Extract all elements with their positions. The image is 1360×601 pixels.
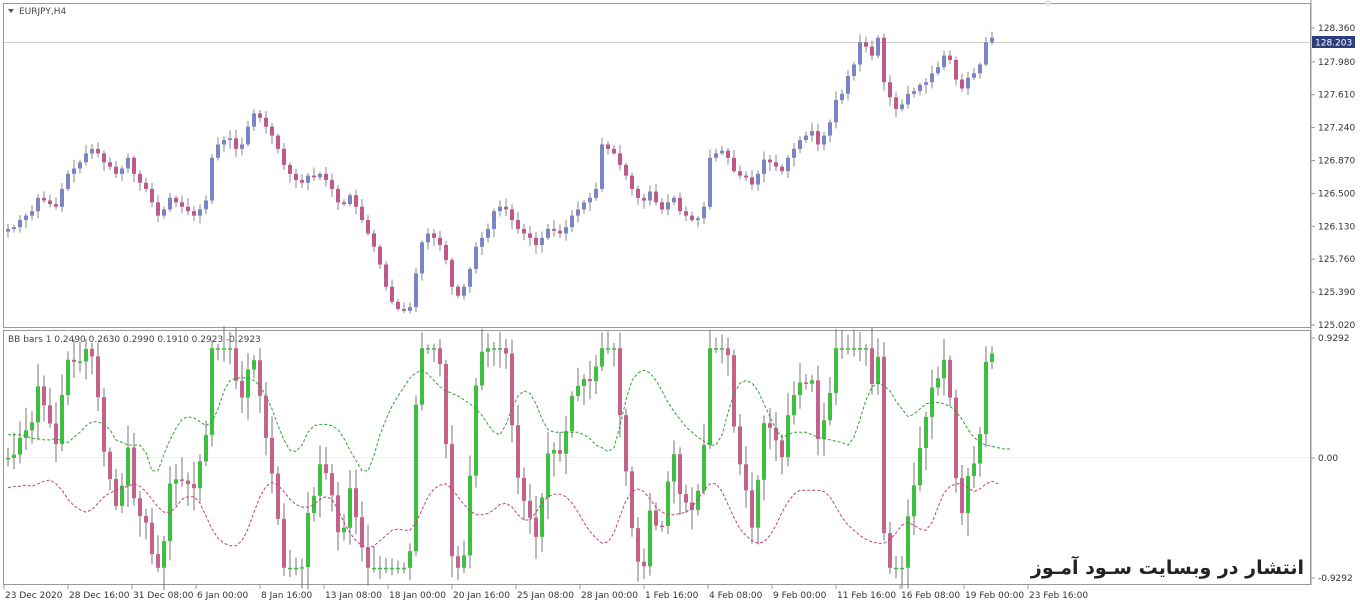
indicator-tick-label: 0.00 xyxy=(1318,454,1338,464)
candle xyxy=(414,268,418,312)
current-price-tag: 128.203 xyxy=(1312,36,1355,49)
price-tick-label: 127.240 xyxy=(1318,124,1355,134)
time-tick-label: 18 Jan 00:00 xyxy=(389,591,446,601)
candle xyxy=(708,149,712,210)
indicator-bar xyxy=(570,391,574,438)
indicator-bar xyxy=(414,395,418,556)
candle xyxy=(600,137,604,192)
indicator-bar xyxy=(954,389,958,493)
indicator-tick-label: 0.9292 xyxy=(1318,334,1350,344)
candle xyxy=(384,261,388,291)
time-tick-label: 31 Dec 08:00 xyxy=(133,591,194,601)
time-tick-label: 20 Jan 16:00 xyxy=(453,591,510,601)
time-tick-label: 28 Jan 00:00 xyxy=(581,591,638,601)
time-tick-label: 1 Feb 16:00 xyxy=(645,591,699,601)
price-tick-label: 126.500 xyxy=(1318,189,1355,199)
price-tick-label: 128.360 xyxy=(1318,24,1355,34)
time-tick-label: 11 Feb 16:00 xyxy=(837,591,896,601)
scroll-marker-icon[interactable] xyxy=(1045,0,1051,6)
candle xyxy=(210,154,214,204)
time-tick-label: 4 Feb 08:00 xyxy=(709,591,763,601)
time-tick-label: 8 Jan 16:00 xyxy=(261,591,313,601)
time-tick-label: 16 Feb 08:00 xyxy=(901,591,960,601)
indicator-bar xyxy=(474,378,478,488)
main-chart-frame[interactable] xyxy=(3,3,1311,328)
candle xyxy=(66,170,70,192)
symbol-title: EURJPY,H4 xyxy=(19,7,67,17)
price-tick-label: 127.610 xyxy=(1318,91,1355,101)
price-tick-label: 126.130 xyxy=(1318,222,1355,232)
time-tick-label: 6 Jan 00:00 xyxy=(197,591,249,601)
watermark-text: انتشار در وبسایت سـود آمـوز xyxy=(1030,557,1304,579)
price-tick-label: 125.760 xyxy=(1318,255,1355,265)
time-tick-label: 9 Feb 00:00 xyxy=(773,591,827,601)
price-tick-label: 125.020 xyxy=(1318,321,1355,331)
indicator-bar xyxy=(444,359,448,459)
price-tick-label: 125.390 xyxy=(1318,288,1355,298)
time-tick-label: 28 Dec 16:00 xyxy=(69,591,130,601)
indicator-bar xyxy=(210,340,214,447)
price-tick-label: 126.870 xyxy=(1318,156,1355,166)
indicator-tick-label: -0.9292 xyxy=(1318,574,1353,584)
time-tick-label: 25 Jan 08:00 xyxy=(517,591,574,601)
svg-text:128.203: 128.203 xyxy=(1315,39,1352,49)
indicator-title: BB bars 1 0.2490 0.2630 0.2990 0.1910 0.… xyxy=(8,335,261,345)
time-tick-label: 13 Jan 08:00 xyxy=(325,591,382,601)
indicator-bar xyxy=(882,342,886,541)
candle xyxy=(876,35,880,59)
candle xyxy=(882,33,886,91)
indicator-bar xyxy=(630,466,634,537)
time-tick-label: 19 Feb 00:00 xyxy=(965,591,1024,601)
price-tick-label: 127.980 xyxy=(1318,58,1355,68)
chart-window[interactable]: EURJPY,H4 BB bars 1 0.2490 0.2630 0.2990… xyxy=(0,0,1360,601)
indicator-bar xyxy=(276,466,280,525)
time-tick-label: 23 Dec 2020 xyxy=(5,591,63,601)
time-tick-label: 23 Feb 16:00 xyxy=(1029,591,1088,601)
indicator-bar xyxy=(450,425,454,578)
